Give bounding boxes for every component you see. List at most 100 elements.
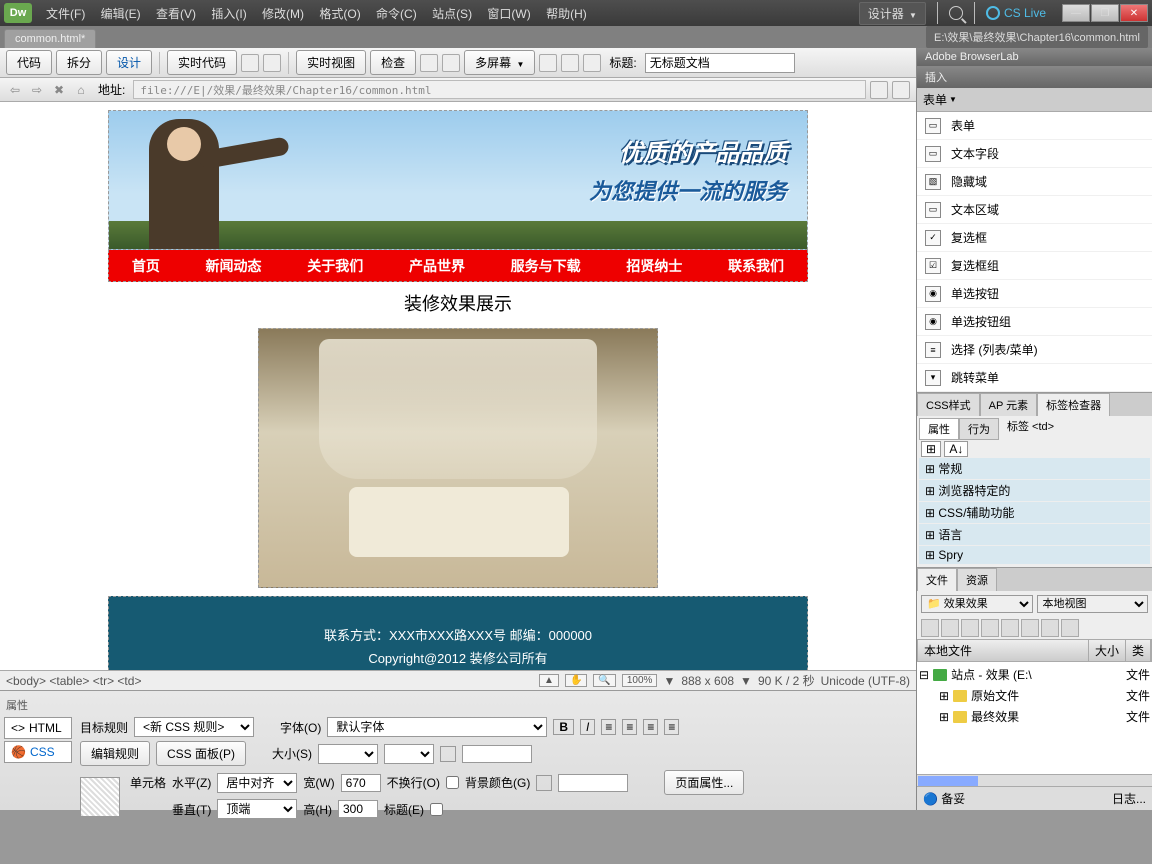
nav-back-icon[interactable]: ⇦ [6,81,24,99]
target-rule-select[interactable]: <新 CSS 规则> [134,717,254,737]
tab-ap-elements[interactable]: AP 元素 [980,393,1038,416]
file-tool-icon[interactable] [1061,619,1079,637]
site-select[interactable]: 📁 效果效果 [921,595,1033,613]
menu-modify[interactable]: 修改(M) [262,7,304,21]
address-input[interactable] [133,80,866,99]
menu-window[interactable]: 窗口(W) [487,7,530,21]
hand-tool-icon[interactable]: ✋ [565,674,587,687]
livecode-button[interactable]: 实时代码 [167,50,237,75]
nav-home[interactable]: 首页 [132,256,160,276]
color-swatch[interactable] [440,746,456,762]
height-input[interactable] [338,800,378,818]
tool-icon[interactable] [263,54,281,72]
props-css-tab[interactable]: 🏀 CSS [4,741,72,763]
align-justify-icon[interactable]: ≡ [664,719,679,735]
subtab-attributes[interactable]: 属性 [919,418,959,440]
subtab-behaviors[interactable]: 行为 [959,418,999,440]
horiz-select[interactable]: 居中对齐 [217,773,297,793]
category-view-icon[interactable]: ⊞ [921,441,941,457]
insert-item-form[interactable]: ▭表单 [917,112,1152,140]
file-tool-icon[interactable] [941,619,959,637]
insert-item-checkbox[interactable]: ✓复选框 [917,224,1152,252]
insert-item-textfield[interactable]: ▭文本字段 [917,140,1152,168]
close-button[interactable]: ✕ [1120,4,1148,22]
page-props-button[interactable]: 页面属性... [664,770,744,795]
bgcolor-swatch[interactable] [536,775,552,791]
file-tool-icon[interactable] [981,619,999,637]
tab-files[interactable]: 文件 [917,568,957,591]
color-input[interactable] [462,745,532,763]
browserlab-panel-header[interactable]: Adobe BrowserLab [917,48,1152,66]
tool-icon[interactable] [870,81,888,99]
log-link[interactable]: 日志... [1112,790,1146,807]
nav-service[interactable]: 服务与下载 [511,256,581,276]
bgcolor-input[interactable] [558,774,628,792]
css-panel-button[interactable]: CSS 面板(P) [156,741,246,766]
workspace-switcher[interactable]: 设计器 ▼ [859,2,926,25]
file-tool-icon[interactable] [1041,619,1059,637]
menu-site[interactable]: 站点(S) [432,7,472,21]
menu-view[interactable]: 查看(V) [156,7,196,21]
italic-icon[interactable]: I [580,719,595,735]
showcase-image[interactable] [258,328,658,588]
nav-contact[interactable]: 联系我们 [728,256,784,276]
vert-select[interactable]: 顶端 [217,799,297,819]
align-left-icon[interactable]: ≡ [601,719,616,735]
header-checkbox[interactable] [430,803,443,816]
menu-command[interactable]: 命令(C) [376,7,417,21]
nav-home-icon[interactable]: ⌂ [72,81,90,99]
align-right-icon[interactable]: ≡ [643,719,658,735]
site-footer[interactable]: 联系方式：XXX市XXX路XXX号 邮编：000000 Copyright@20… [108,596,808,670]
tab-css-styles[interactable]: CSS样式 [917,393,980,416]
view-select[interactable]: 本地视图 [1037,595,1149,613]
code-view-button[interactable]: 代码 [6,50,52,75]
insert-category[interactable]: 表单 ▼ [917,88,1152,112]
maximize-button[interactable]: ❐ [1091,4,1119,22]
file-tool-icon[interactable] [961,619,979,637]
col-size[interactable]: 大小 [1089,640,1126,661]
site-hero-banner[interactable]: 优质的产品品质 为您提供一流的服务 [108,110,808,250]
minimize-button[interactable]: — [1062,4,1090,22]
insert-item-radio[interactable]: ◉单选按钮 [917,280,1152,308]
multiscreen-button[interactable]: 多屏幕 ▼ [464,50,535,75]
nowrap-checkbox[interactable] [446,776,459,789]
nav-about[interactable]: 关于我们 [307,256,363,276]
liveview-button[interactable]: 实时视图 [296,50,366,75]
menu-file[interactable]: 文件(F) [46,7,85,21]
col-type[interactable]: 类 [1126,640,1151,661]
document-tab[interactable]: common.html* [4,29,96,48]
nav-fwd-icon[interactable]: ⇨ [28,81,46,99]
select-tool-icon[interactable]: ▲ [539,674,559,687]
font-select[interactable]: 默认字体 [327,717,547,737]
zoom-value[interactable]: 100% [622,674,658,687]
tool-icon[interactable] [420,54,438,72]
section-title[interactable]: 装修效果展示 [108,282,808,324]
nav-jobs[interactable]: 招贤纳士 [626,256,682,276]
align-center-icon[interactable]: ≡ [622,719,637,735]
file-tool-icon[interactable] [1021,619,1039,637]
tool-icon[interactable] [892,81,910,99]
prop-category[interactable]: ⊞ Spry [919,546,1150,565]
menu-format[interactable]: 格式(O) [319,7,360,21]
nav-products[interactable]: 产品世界 [409,256,465,276]
insert-item-checkboxgroup[interactable]: ☑复选框组 [917,252,1152,280]
insert-item-radiogroup[interactable]: ◉单选按钮组 [917,308,1152,336]
prop-category[interactable]: ⊞ 常规 [919,458,1150,480]
split-view-button[interactable]: 拆分 [56,50,102,75]
size-unit-select[interactable] [384,744,434,764]
tab-tag-inspector[interactable]: 标签检查器 [1037,393,1110,416]
size-select[interactable] [318,744,378,764]
tool-icon[interactable] [583,54,601,72]
menu-edit[interactable]: 编辑(E) [101,7,141,21]
props-html-tab[interactable]: <> HTML [4,717,72,739]
site-nav[interactable]: 首页 新闻动态 关于我们 产品世界 服务与下载 招贤纳士 联系我们 [108,250,808,282]
tool-icon[interactable] [561,54,579,72]
tool-icon[interactable] [539,54,557,72]
canvas-dims[interactable]: 888 x 608 [681,674,734,688]
search-icon[interactable] [949,6,963,20]
bold-icon[interactable]: B [553,719,574,735]
file-tool-icon[interactable] [1001,619,1019,637]
tag-path[interactable]: <body> <table> <tr> <td> [6,674,141,688]
nav-stop-icon[interactable]: ✖ [50,81,68,99]
insert-item-select[interactable]: ≡选择 (列表/菜单) [917,336,1152,364]
